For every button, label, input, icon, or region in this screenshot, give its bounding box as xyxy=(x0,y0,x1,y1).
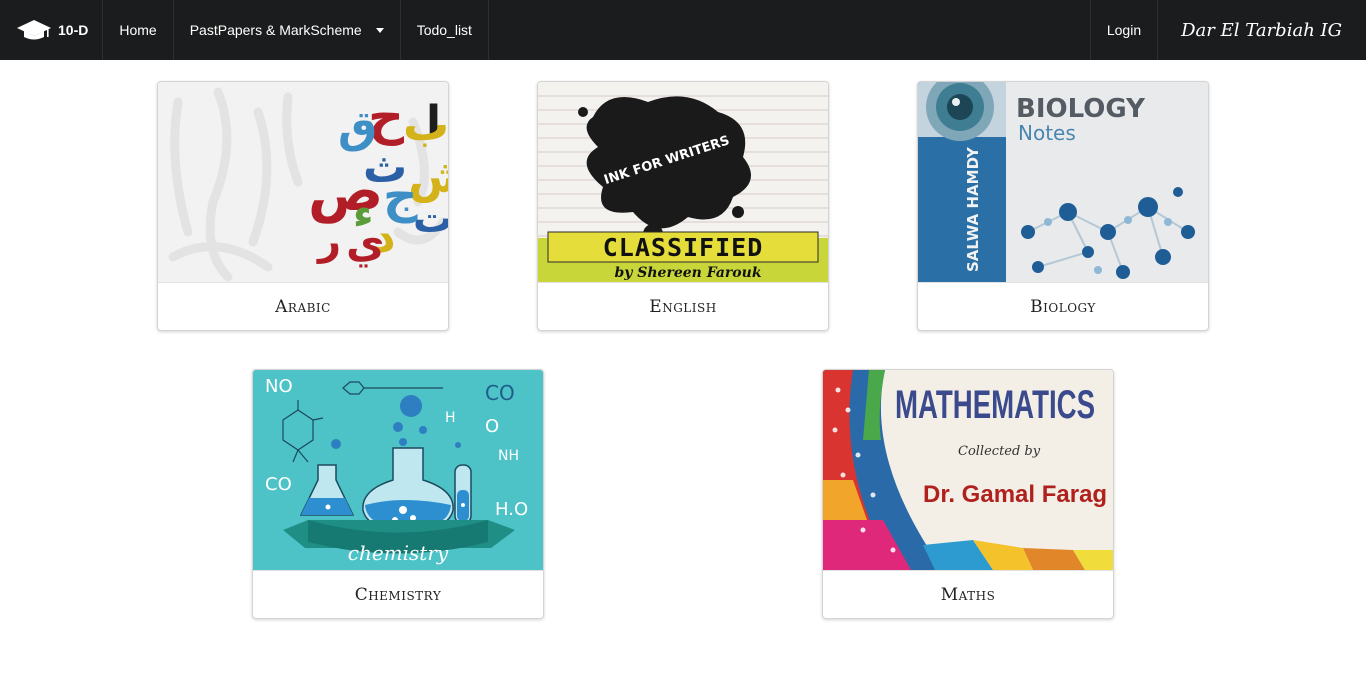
chem-formula-h: H xyxy=(445,410,456,426)
nav-home[interactable]: Home xyxy=(103,0,174,60)
nav-pastpapers-label: PastPapers & MarkScheme xyxy=(189,22,362,38)
english-author-text: by Shereen Farouk xyxy=(614,265,761,281)
chem-formula-o: O xyxy=(485,416,499,437)
subject-label-maths: Maths xyxy=(823,570,1113,618)
svg-text:ي: ي xyxy=(346,218,385,267)
biology-subtitle-text: Notes xyxy=(1018,121,1076,145)
biology-cover-image: SALWA HAMDY BIOLOGY Notes xyxy=(918,82,1208,282)
chem-formula-co-left: CO xyxy=(265,474,292,495)
subject-label-arabic: Arabic xyxy=(158,282,448,330)
school-name: Dar El Tarbiah IG xyxy=(1181,19,1342,41)
maths-author-text: Dr. Gamal Farag xyxy=(923,481,1107,508)
chem-formula-co-top: CO xyxy=(485,381,515,405)
maths-collected-text: Collected by xyxy=(958,444,1041,459)
maths-title-text: MATHEMATICS xyxy=(895,383,1095,427)
biology-author-text: SALWA HAMDY xyxy=(964,146,982,272)
login-link[interactable]: Login xyxy=(1089,0,1159,60)
chemistry-cover-image: NO CO H O NH CO H.O chemistry xyxy=(253,370,543,570)
chemistry-banner-text: chemistry xyxy=(348,541,449,565)
chem-formula-h2o: H.O xyxy=(495,499,528,520)
english-cover-image: INK FOR WRITERS CLASSIFIED by Shereen Fa… xyxy=(538,82,828,282)
arabic-cover-image: ا ب ح ق ش ث ج ص ء ت د ي ر xyxy=(158,82,448,282)
subject-card-maths[interactable]: MATHEMATICS Collected by Dr. Gamal Farag… xyxy=(822,369,1114,619)
subject-card-biology[interactable]: SALWA HAMDY BIOLOGY Notes Biology xyxy=(917,81,1209,331)
biology-title-text: BIOLOGY xyxy=(1016,94,1146,124)
brand-link[interactable]: 10-D xyxy=(0,0,104,60)
chem-formula-nh: NH xyxy=(498,448,519,464)
nav-todo-label: Todo_list xyxy=(416,22,472,38)
chem-formula-no: NO xyxy=(265,376,293,397)
nav-right-group: Login Dar El Tarbiah IG xyxy=(1089,0,1366,60)
login-label: Login xyxy=(1106,22,1142,38)
svg-text:ب: ب xyxy=(403,97,448,151)
nav-pastpapers-dropdown[interactable]: PastPapers & MarkScheme xyxy=(174,0,401,60)
subject-card-arabic[interactable]: ا ب ح ق ش ث ج ص ء ت د ي ر Arabic xyxy=(157,81,449,331)
school-name-link[interactable]: Dar El Tarbiah IG xyxy=(1158,0,1366,60)
subject-label-chemistry: Chemistry xyxy=(253,570,543,618)
subject-card-english[interactable]: INK FOR WRITERS CLASSIFIED by Shereen Fa… xyxy=(537,81,829,331)
chevron-down-icon xyxy=(375,27,384,33)
svg-text:ر: ر xyxy=(316,218,341,264)
graduation-cap-icon xyxy=(17,20,51,40)
brand-label: 10-D xyxy=(58,22,89,38)
english-title-text: CLASSIFIED xyxy=(603,233,764,262)
subject-label-biology: Biology xyxy=(918,282,1208,330)
top-navbar: 10-D Home PastPapers & MarkScheme Todo_l… xyxy=(0,0,1366,60)
nav-home-label: Home xyxy=(119,22,157,38)
subject-card-chemistry[interactable]: NO CO H O NH CO H.O chemistry Chemistry xyxy=(252,369,544,619)
maths-cover-image: MATHEMATICS Collected by Dr. Gamal Farag xyxy=(823,370,1113,570)
subject-label-english: English xyxy=(538,282,828,330)
svg-text:ت: ت xyxy=(413,196,448,242)
nav-todo-list[interactable]: Todo_list xyxy=(401,0,489,60)
